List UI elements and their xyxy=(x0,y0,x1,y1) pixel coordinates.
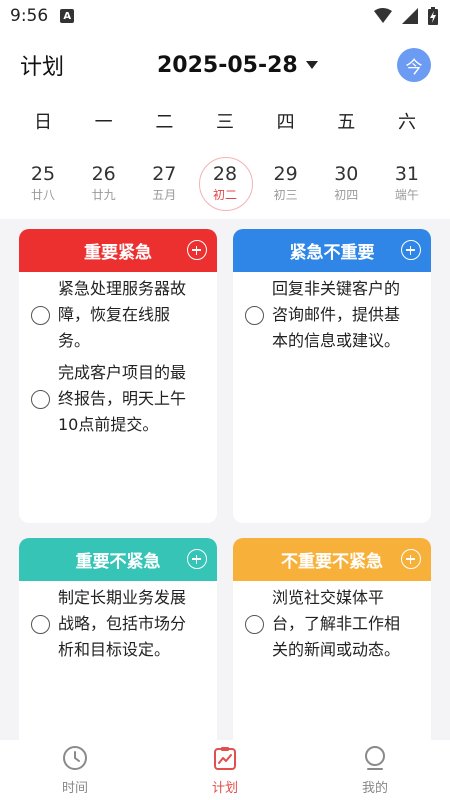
task-checkbox[interactable] xyxy=(31,305,50,325)
profile-icon xyxy=(362,745,388,775)
quadrant-urgent-not-important: 紧急不重要 回复非关键客户的咨询邮件，提供基本的信息或建议。 xyxy=(233,229,431,523)
weekday-label: 日 xyxy=(34,112,52,133)
lunar-date: 廿九 xyxy=(91,188,116,202)
today-button[interactable]: 今 xyxy=(397,48,431,82)
clock-icon xyxy=(62,745,88,775)
date-number: 26 xyxy=(91,163,116,185)
status-time: 9:56 xyxy=(10,6,49,26)
notification-a-icon: A xyxy=(60,9,75,23)
date-number: 27 xyxy=(152,163,177,185)
nav-item-time[interactable]: 时间 xyxy=(0,745,150,796)
weekday-label: 四 xyxy=(276,112,295,133)
nav-label: 计划 xyxy=(211,780,238,796)
task-text[interactable]: 紧急处理服务器故障，恢复在线服务。 xyxy=(58,276,200,354)
task-text[interactable]: 制定长期业务发展战略，包括市场分析和目标设定。 xyxy=(58,585,200,663)
bottom-nav: 时间 计划 我的 xyxy=(0,740,450,800)
task-item: 紧急处理服务器故障，恢复在线服务。 xyxy=(31,276,205,354)
quadrant-area: 重要紧急 紧急处理服务器故障，恢复在线服务。 完成客户项目的最终报告，明天上午1… xyxy=(0,219,450,740)
task-text[interactable]: 回复非关键客户的咨询邮件，提供基本的信息或建议。 xyxy=(272,276,414,354)
nav-item-plan[interactable]: 计划 xyxy=(150,745,300,796)
weekday-label: 五 xyxy=(337,112,356,133)
lunar-date: 初三 xyxy=(273,188,298,202)
quadrant-title: 不重要不紧急 xyxy=(281,552,383,572)
task-checkbox[interactable] xyxy=(31,614,50,634)
lunar-date: 五月 xyxy=(152,188,177,202)
status-icons xyxy=(374,7,438,25)
quadrant-not-important-not-urgent: 不重要不紧急 浏览社交媒体平台，了解非工作相关的新闻或动态。 xyxy=(233,538,431,740)
lunar-date: 初二 xyxy=(212,188,237,202)
date-picker[interactable]: 2025-05-28 xyxy=(157,53,318,78)
date-number: 28 xyxy=(212,163,238,185)
weekday-label: 六 xyxy=(397,112,416,133)
task-text[interactable]: 浏览社交媒体平台，了解非工作相关的新闻或动态。 xyxy=(272,585,414,663)
date-cell[interactable]: 30 初四 xyxy=(316,155,376,211)
add-task-icon[interactable] xyxy=(401,549,421,569)
battery-charging-icon xyxy=(428,7,438,25)
task-list: 制定长期业务发展战略，包括市场分析和目标设定。 xyxy=(19,581,217,663)
selected-date: 2025-05-28 xyxy=(157,52,298,78)
task-item: 回复非关键客户的咨询邮件，提供基本的信息或建议。 xyxy=(245,276,419,354)
nav-item-mine[interactable]: 我的 xyxy=(300,745,450,796)
header: 计划 2025-05-28 今 xyxy=(0,40,450,90)
lunar-date: 廿八 xyxy=(30,188,55,202)
quadrant-title: 紧急不重要 xyxy=(289,243,375,263)
task-text[interactable]: 完成客户项目的最终报告，明天上午10点前提交。 xyxy=(58,360,200,438)
task-checkbox[interactable] xyxy=(245,305,264,325)
quadrant-important-not-urgent: 重要不紧急 制定长期业务发展战略，包括市场分析和目标设定。 xyxy=(19,538,217,740)
task-list: 紧急处理服务器故障，恢复在线服务。 完成客户项目的最终报告，明天上午10点前提交… xyxy=(19,272,217,438)
chart-icon xyxy=(212,745,238,775)
page-title: 计划 xyxy=(20,55,65,80)
task-checkbox[interactable] xyxy=(31,389,50,409)
status-bar: 9:56 A xyxy=(0,0,450,32)
add-task-icon[interactable] xyxy=(187,240,207,260)
nav-label: 时间 xyxy=(61,780,88,796)
quadrant-header: 重要不紧急 xyxy=(19,538,217,581)
add-task-icon[interactable] xyxy=(401,240,421,260)
date-cell[interactable]: 26 廿九 xyxy=(74,155,134,211)
task-list: 回复非关键客户的咨询邮件，提供基本的信息或建议。 xyxy=(233,272,431,354)
lunar-date: 端午 xyxy=(394,188,419,202)
date-number: 29 xyxy=(273,163,298,185)
date-cell[interactable]: 31 端午 xyxy=(377,155,437,211)
add-task-icon[interactable] xyxy=(187,549,207,569)
quadrant-header: 紧急不重要 xyxy=(233,229,431,272)
caret-down-icon xyxy=(305,61,318,69)
lunar-date: 初四 xyxy=(334,188,359,202)
date-number: 31 xyxy=(394,163,420,185)
date-number: 30 xyxy=(334,163,359,185)
weekday-label: 三 xyxy=(215,112,234,133)
quadrant-header: 重要紧急 xyxy=(19,229,217,272)
date-number: 25 xyxy=(30,163,56,185)
week-dates: 25 廿八 26 廿九 27 五月 28 初二 29 初三 30 初四 31 端… xyxy=(13,155,437,211)
task-item: 完成客户项目的最终报告，明天上午10点前提交。 xyxy=(31,360,205,438)
task-item: 浏览社交媒体平台，了解非工作相关的新闻或动态。 xyxy=(245,585,419,663)
date-cell[interactable]: 25 廿八 xyxy=(13,155,73,211)
weekday-label: 一 xyxy=(94,112,113,133)
date-cell-selected[interactable]: 28 初二 xyxy=(195,155,255,211)
date-cell[interactable]: 29 初三 xyxy=(256,155,316,211)
date-cell[interactable]: 27 五月 xyxy=(134,155,194,211)
task-list: 浏览社交媒体平台，了解非工作相关的新闻或动态。 xyxy=(233,581,431,663)
weekday-header: 日 一 二 三 四 五 六 xyxy=(13,108,437,138)
nav-label: 我的 xyxy=(361,780,388,796)
task-checkbox[interactable] xyxy=(245,614,264,634)
weekday-label: 二 xyxy=(155,112,174,133)
quadrant-header: 不重要不紧急 xyxy=(233,538,431,581)
signal-icon xyxy=(402,8,418,24)
task-item: 制定长期业务发展战略，包括市场分析和目标设定。 xyxy=(31,585,205,663)
quadrant-important-urgent: 重要紧急 紧急处理服务器故障，恢复在线服务。 完成客户项目的最终报告，明天上午1… xyxy=(19,229,217,523)
wifi-icon xyxy=(374,8,392,24)
quadrant-title: 重要紧急 xyxy=(84,243,152,263)
quadrant-title: 重要不紧急 xyxy=(75,552,161,572)
